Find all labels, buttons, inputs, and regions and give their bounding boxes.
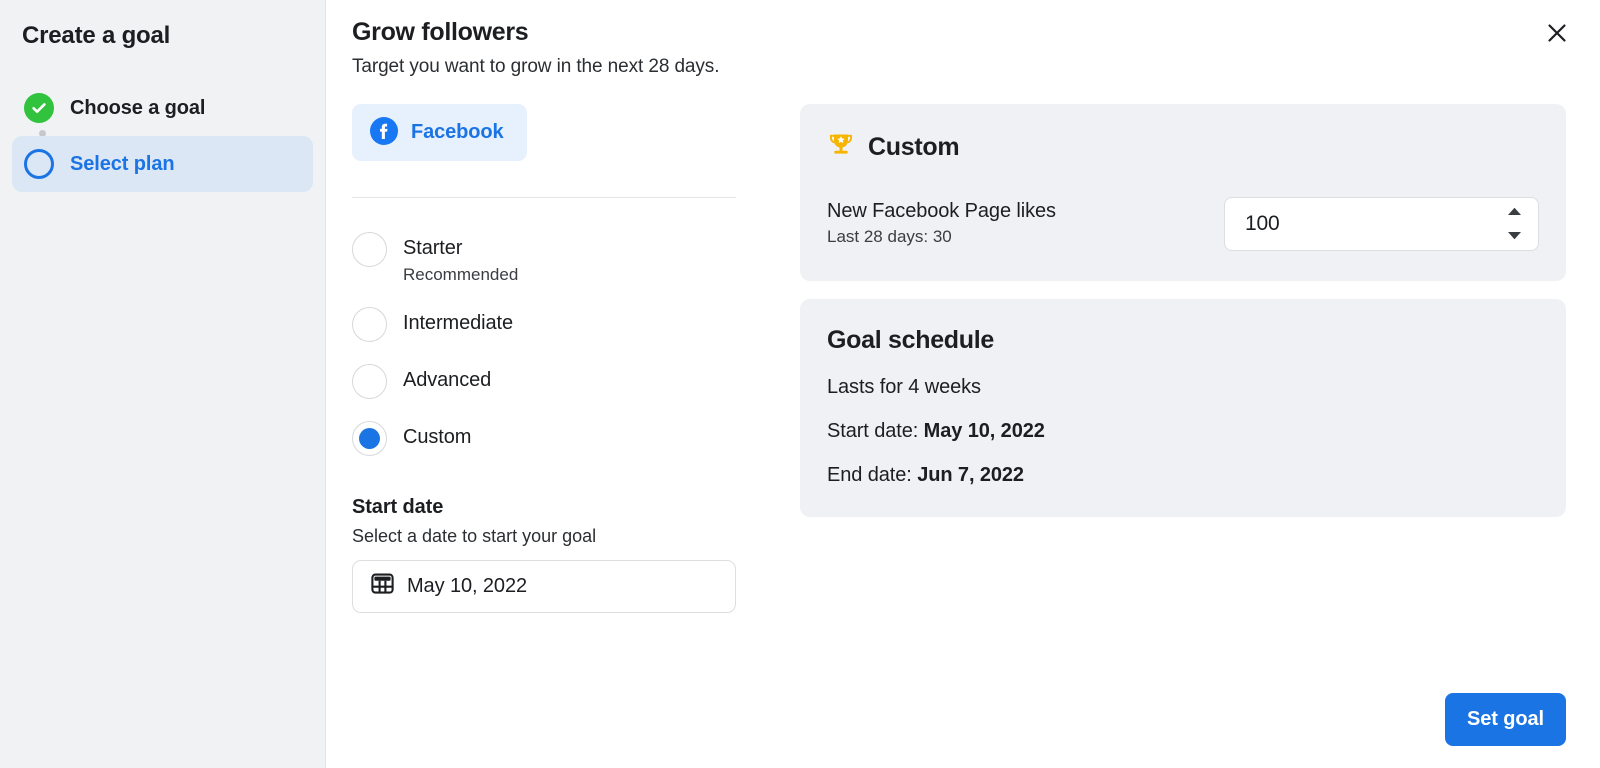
plan-option-advanced[interactable]: Advanced [352, 363, 762, 399]
plan-option-custom[interactable]: Custom [352, 420, 762, 456]
schedule-title: Goal schedule [827, 325, 994, 354]
schedule-end: End date: Jun 7, 2022 [827, 464, 1539, 487]
caret-down-icon[interactable] [1507, 227, 1522, 245]
metric-baseline: Last 28 days: 30 [827, 227, 952, 247]
close-icon [1545, 21, 1569, 48]
start-date-subtitle: Select a date to start your goal [352, 525, 597, 546]
plan-option-label: Starter [403, 236, 463, 259]
main-panel: Grow followers Target you want to grow i… [326, 0, 1600, 768]
plan-option-label: Custom [403, 425, 472, 448]
ring-circle-icon [24, 149, 54, 179]
set-goal-button[interactable]: Set goal [1445, 693, 1566, 746]
start-date-title: Start date [352, 495, 444, 518]
plan-option-label: Intermediate [403, 311, 513, 334]
schedule-end-label: End date: [827, 463, 912, 486]
goal-subtitle: Target you want to grow in the next 28 d… [352, 55, 720, 77]
custom-card-title: Custom [868, 132, 960, 161]
goal-title: Grow followers [352, 18, 529, 46]
calendar-icon [371, 572, 394, 600]
summary-column: Custom New Facebook Page likes Last 28 d… [762, 103, 1566, 613]
caret-up-icon[interactable] [1507, 203, 1522, 221]
close-button[interactable] [1540, 17, 1574, 51]
metric-label: New Facebook Page likes [827, 200, 1056, 223]
sidebar-item-label: Choose a goal [70, 96, 206, 119]
sidebar-item-choose-a-goal[interactable]: Choose a goal [12, 80, 313, 136]
radio-button[interactable] [352, 231, 387, 267]
radio-button[interactable] [352, 363, 387, 399]
create-goal-dialog: Create a goal Choose a goal Select plan [0, 0, 1600, 768]
plan-option-label: Advanced [403, 368, 492, 391]
schedule-start-label: Start date: [827, 419, 919, 442]
radio-button[interactable] [352, 306, 387, 342]
start-date-input[interactable]: May 10, 2022 [352, 559, 736, 613]
sidebar-item-select-plan[interactable]: Select plan [12, 136, 313, 192]
plan-radio-group: Starter Recommended Intermediate Advance… [352, 231, 762, 456]
schedule-start: Start date: May 10, 2022 [827, 420, 1539, 443]
sidebar-item-label: Select plan [70, 152, 175, 175]
page-title: Create a goal [22, 22, 171, 49]
content-columns: Facebook Starter Recommended Intermediat… [352, 103, 1566, 613]
section-divider [352, 196, 736, 198]
metric-row: New Facebook Page likes Last 28 days: 30 [827, 196, 1539, 251]
network-tab-label: Facebook [411, 120, 504, 143]
facebook-icon [370, 116, 398, 148]
plan-option-starter[interactable]: Starter Recommended [352, 231, 762, 285]
radio-button-selected[interactable] [352, 420, 387, 456]
trophy-icon [827, 131, 855, 164]
custom-goal-card: Custom New Facebook Page likes Last 28 d… [800, 103, 1566, 281]
network-tab-facebook[interactable]: Facebook [352, 103, 527, 161]
goal-value-stepper[interactable] [1224, 196, 1539, 251]
goal-value-input[interactable] [1245, 211, 1445, 236]
schedule-start-value: May 10, 2022 [923, 419, 1045, 442]
start-date-value: May 10, 2022 [407, 574, 527, 597]
radio-inner-dot [359, 427, 380, 449]
sidebar: Create a goal Choose a goal Select plan [0, 0, 326, 768]
check-circle-icon [24, 93, 54, 123]
plan-option-note: Recommended [403, 264, 519, 284]
goal-schedule-card: Goal schedule Lasts for 4 weeks Start da… [800, 298, 1566, 517]
schedule-end-value: Jun 7, 2022 [917, 463, 1024, 486]
schedule-duration: Lasts for 4 weeks [827, 375, 981, 398]
plan-option-intermediate[interactable]: Intermediate [352, 306, 762, 342]
step-list: Choose a goal Select plan [12, 80, 313, 192]
plan-column: Facebook Starter Recommended Intermediat… [352, 103, 762, 613]
start-date-section: Start date Select a date to start your g… [352, 496, 762, 613]
